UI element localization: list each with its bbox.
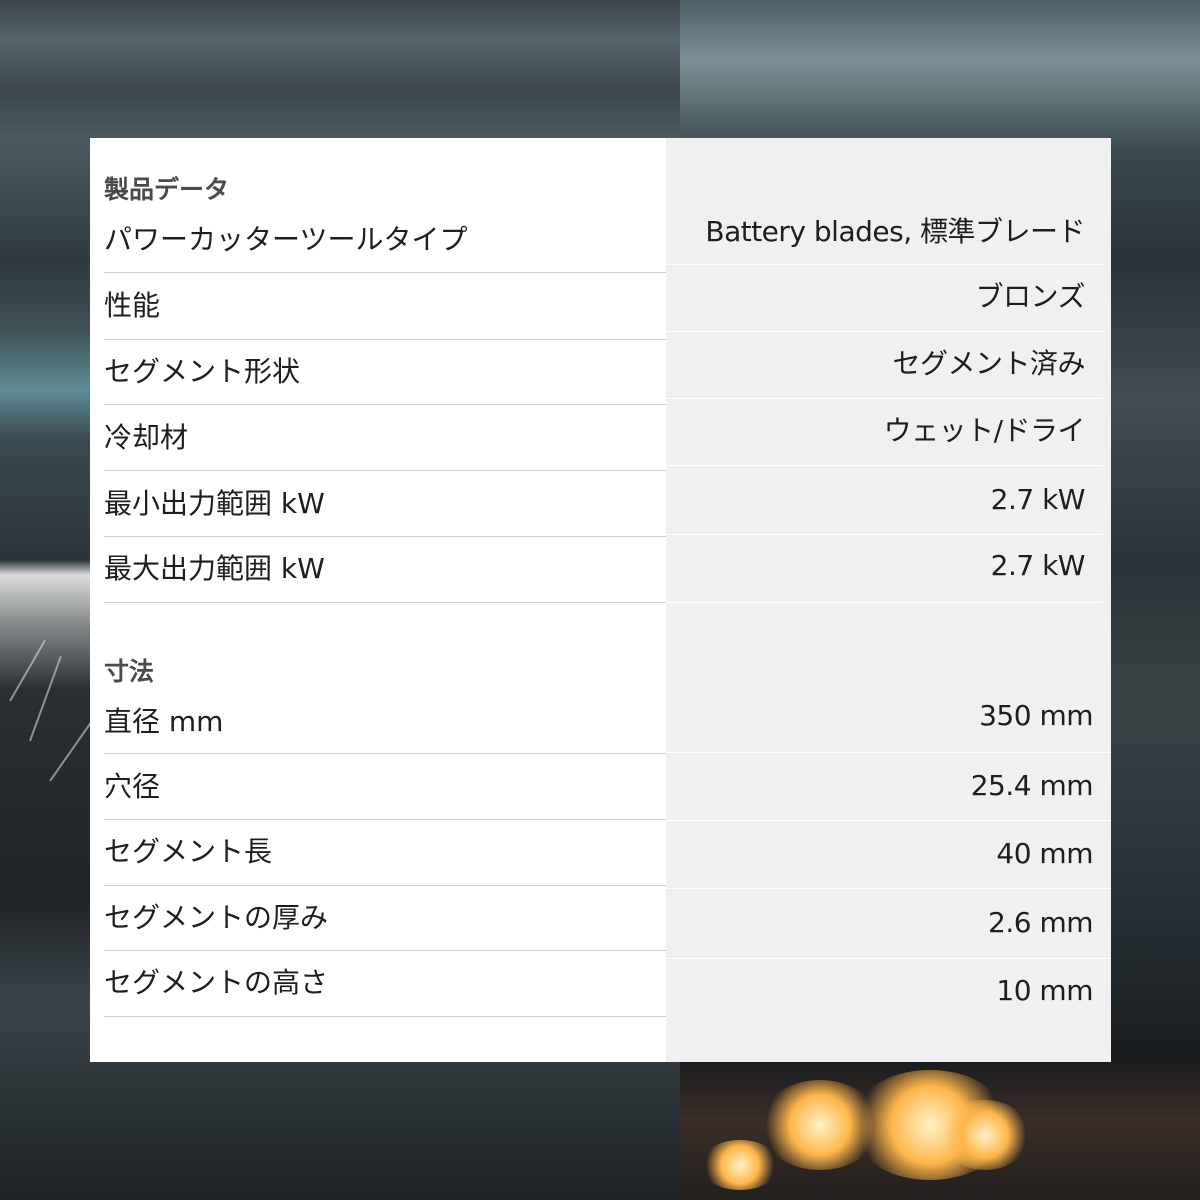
spec-label-segment-length: セグメント長: [104, 835, 273, 868]
row-divider: [104, 470, 666, 471]
spec-label-max-power: 最大出力範囲 kW: [104, 552, 325, 585]
row-divider: [104, 339, 666, 340]
spec-label-segment-height: セグメントの高さ: [104, 966, 329, 999]
product-spec-table: 製品データ パワーカッターツールタイプ 性能 セグメント形状 冷却材 最小出力範…: [90, 138, 1111, 1062]
spec-value-performance: ブロンズ: [975, 280, 1086, 313]
section-heading-dimensions: 寸法: [104, 657, 155, 686]
spark-glow: [940, 1100, 1030, 1170]
row-divider: [666, 888, 1111, 889]
row-divider: [104, 536, 666, 537]
row-divider: [666, 820, 1111, 821]
spec-label-column: 製品データ パワーカッターツールタイプ 性能 セグメント形状 冷却材 最小出力範…: [90, 138, 666, 1062]
row-divider: [666, 331, 1103, 332]
spec-value-tool-type: Battery blades, 標準ブレード: [705, 215, 1085, 248]
row-divider: [104, 1016, 666, 1017]
spark-glow: [700, 1140, 780, 1190]
spec-value-diameter: 350 mm: [979, 699, 1093, 732]
row-divider: [104, 404, 666, 405]
spec-label-diameter: 直径 mm: [104, 705, 224, 738]
spec-value-bore: 25.4 mm: [970, 769, 1094, 802]
spec-value-segment-height: 10 mm: [996, 974, 1093, 1007]
row-divider: [666, 752, 1111, 753]
spec-label-tool-type: パワーカッターツールタイプ: [104, 223, 468, 256]
row-divider: [104, 272, 666, 273]
row-divider: [666, 958, 1111, 959]
spec-label-performance: 性能: [104, 289, 161, 322]
section-heading-product-data: 製品データ: [104, 175, 230, 204]
row-divider: [666, 465, 1103, 466]
row-divider: [104, 885, 666, 886]
row-divider: [666, 602, 1103, 603]
spec-value-segment-length: 40 mm: [996, 837, 1093, 870]
spec-value-max-power: 2.7 kW: [990, 549, 1086, 582]
spec-label-coolant: 冷却材: [104, 421, 189, 454]
row-divider: [666, 398, 1103, 399]
spec-label-bore: 穴径: [104, 770, 161, 803]
spec-value-min-power: 2.7 kW: [990, 483, 1086, 516]
spec-value-segment-thickness: 2.6 mm: [988, 906, 1093, 939]
row-divider: [104, 950, 666, 951]
row-divider: [104, 602, 666, 603]
spec-label-min-power: 最小出力範囲 kW: [104, 487, 325, 520]
row-divider: [104, 819, 666, 820]
spec-label-segment-thickness: セグメントの厚み: [104, 901, 329, 934]
spec-value-coolant: ウェット/ドライ: [883, 414, 1086, 447]
row-divider: [666, 264, 1103, 265]
spec-label-segment-shape: セグメント形状: [104, 355, 301, 388]
spec-value-segment-shape: セグメント済み: [892, 347, 1085, 380]
row-divider: [104, 753, 666, 754]
row-divider: [666, 534, 1103, 535]
spec-value-column: Battery blades, 標準ブレード ブロンズ セグメント済み ウェット…: [666, 138, 1111, 1062]
